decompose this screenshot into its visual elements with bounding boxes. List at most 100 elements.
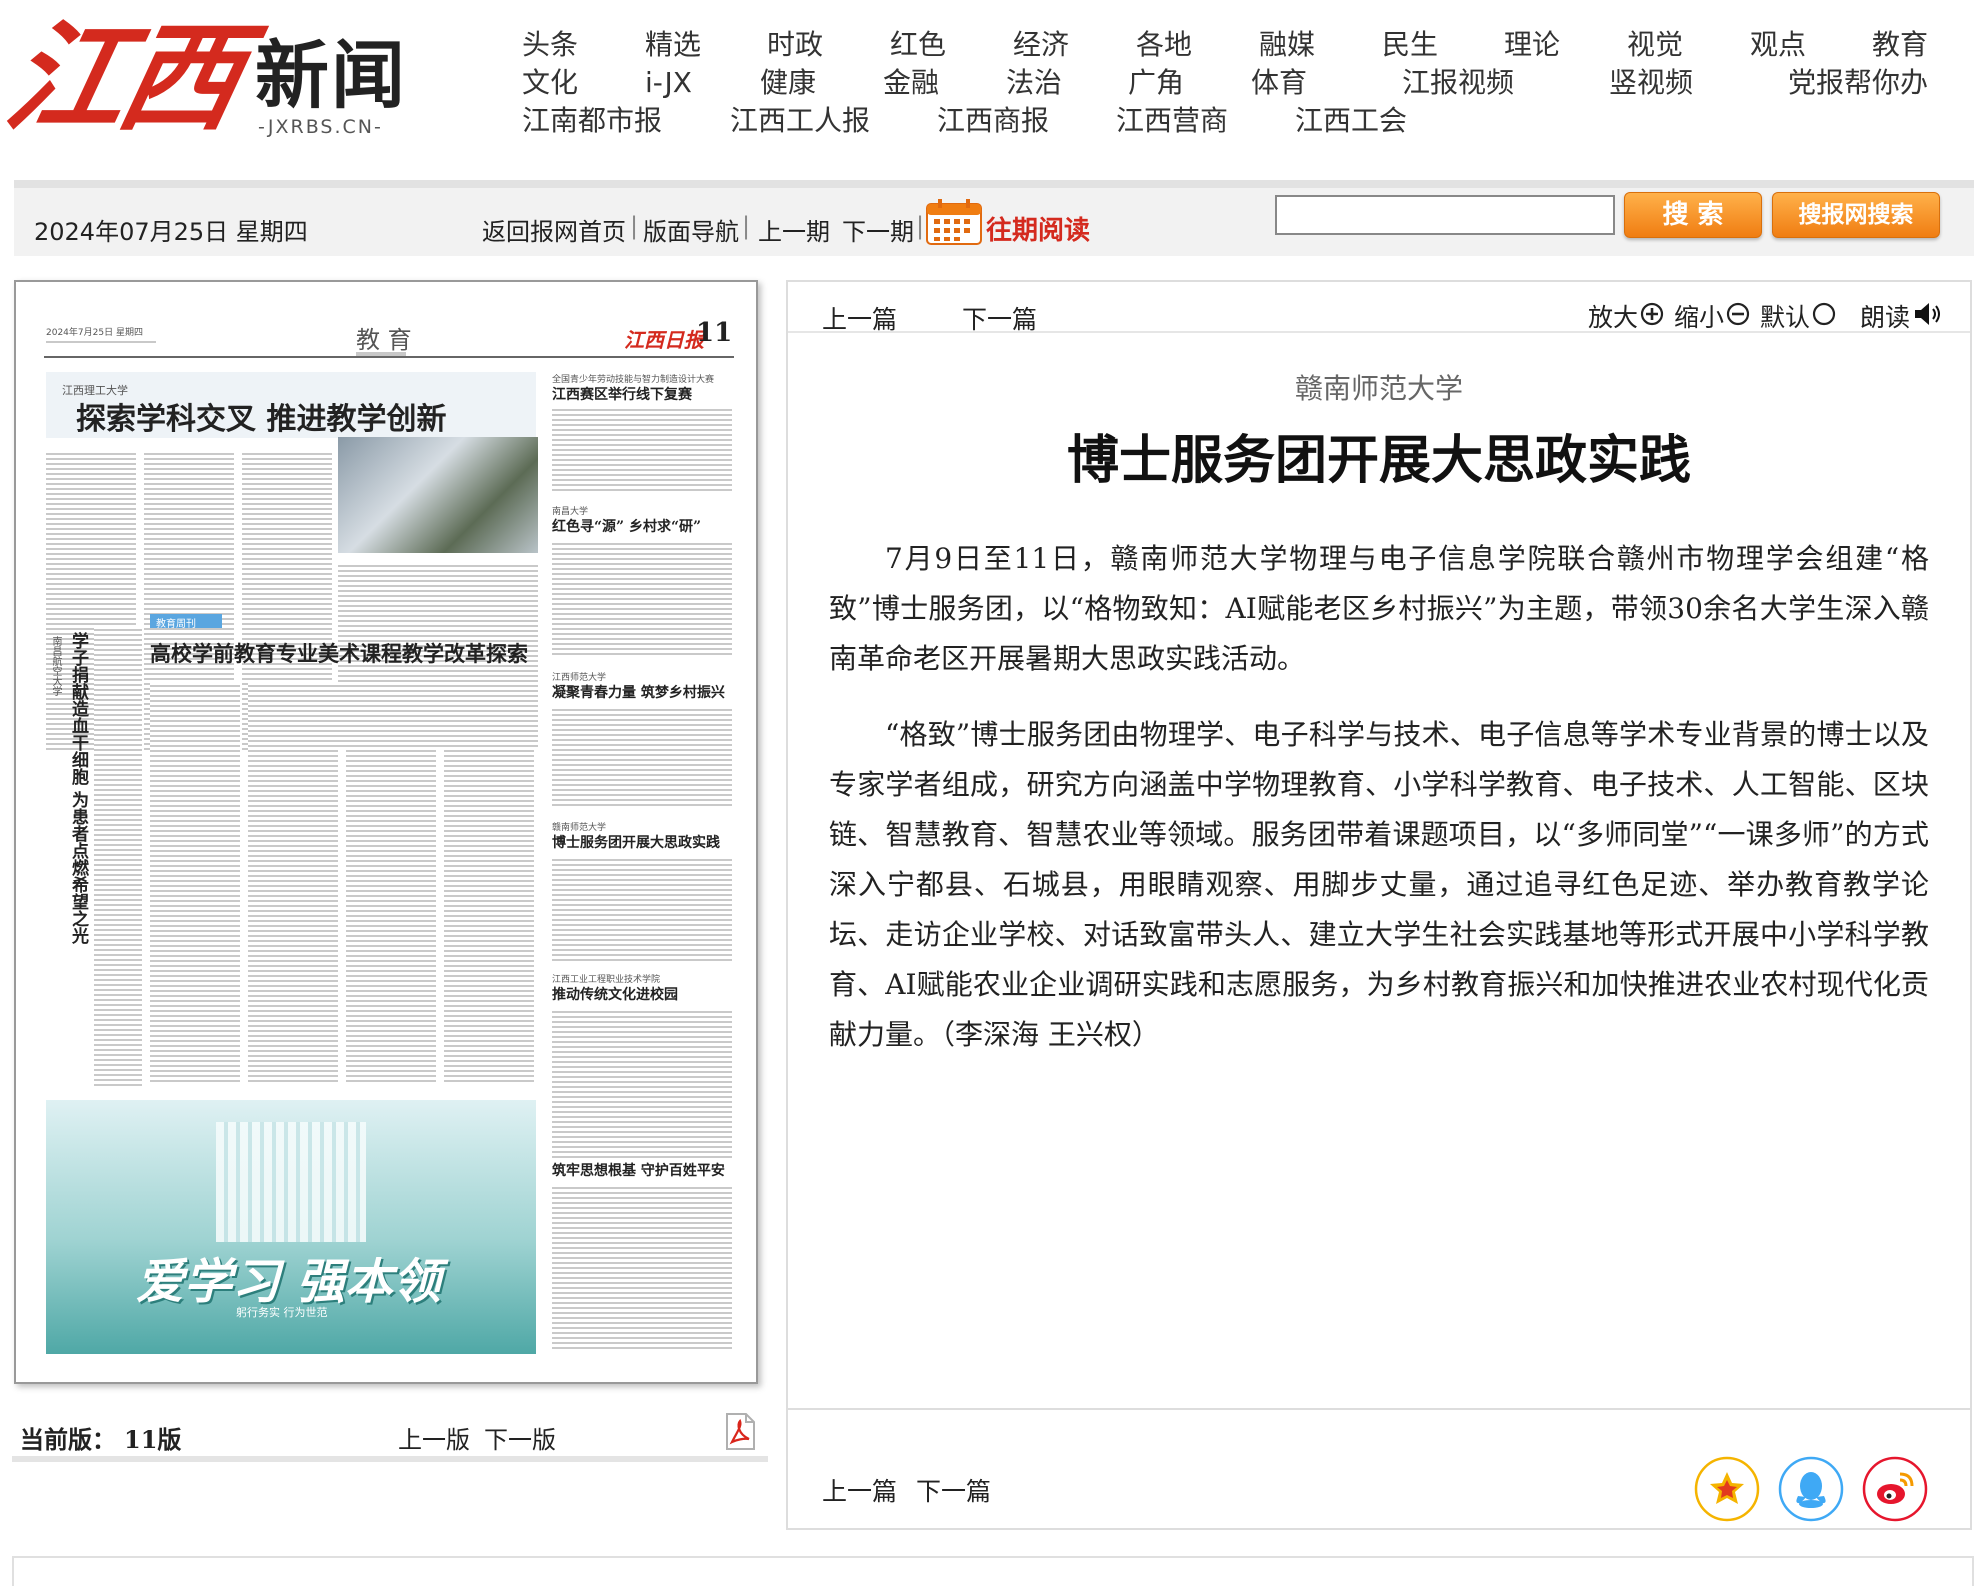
prev-article-link-bottom[interactable]: 上一篇 <box>822 1472 897 1508</box>
zoom-in-button[interactable]: 放大 <box>1588 298 1638 334</box>
nav-item[interactable]: 民生 <box>1382 26 1438 64</box>
nav-item[interactable]: 竖视频 <box>1609 64 1693 102</box>
nav-item[interactable]: 理论 <box>1504 26 1560 64</box>
qq-share-icon[interactable] <box>1778 1456 1844 1522</box>
nav-item[interactable]: i-JX <box>645 64 692 102</box>
nav-item[interactable]: 时政 <box>767 26 823 64</box>
nav-item[interactable]: 江西营商 <box>1116 102 1228 140</box>
np-text-block <box>552 856 732 962</box>
nav-item[interactable]: 健康 <box>760 64 816 102</box>
logo-text: 新闻 <box>255 33 407 119</box>
separator: | <box>742 212 751 240</box>
article-paragraph: 7月9日至11日，赣南师范大学物理与电子信息学院联合赣州市物理学会组建“格致”博… <box>829 542 1929 675</box>
np-banner-book <box>216 1122 366 1242</box>
nav-item[interactable]: 观点 <box>1750 26 1806 64</box>
nav-item[interactable]: 红色 <box>890 26 946 64</box>
search-button[interactable]: 搜 索 <box>1624 192 1762 238</box>
prev-page-link[interactable]: 上一版 <box>398 1420 470 1455</box>
site-search-button[interactable]: 搜报网搜索 <box>1772 192 1940 238</box>
nav-item[interactable]: 江西工人报 <box>730 102 870 140</box>
favorite-star-icon[interactable] <box>1694 1456 1760 1522</box>
nav-item[interactable]: 视觉 <box>1627 26 1683 64</box>
np-text-block <box>444 682 534 1082</box>
np-badge-text: 教育周刊 <box>156 619 196 630</box>
nav-item[interactable]: 党报帮你办 <box>1788 64 1928 102</box>
page-footer-frame <box>12 1556 1974 1586</box>
nav-item[interactable]: 精选 <box>645 26 701 64</box>
read-aloud-button[interactable]: 朗读 <box>1860 298 1910 334</box>
next-article-link-bottom[interactable]: 下一篇 <box>916 1472 991 1508</box>
current-page-label: 当前版： <box>20 1426 116 1454</box>
prev-issue-link[interactable]: 上一期 <box>758 212 830 247</box>
zoom-out-button[interactable]: 缩小 <box>1674 298 1724 334</box>
nav-item[interactable]: 广角 <box>1128 64 1184 102</box>
np-right-title: 推动传统文化进校园 <box>552 987 678 1003</box>
article-bottom-divider <box>788 1408 1970 1410</box>
np-text-block <box>552 540 732 658</box>
issue-date: 2024年07月25日 星期四 <box>34 218 308 246</box>
np-right-title: 红色寻“源” 乡村求“研” <box>552 519 702 535</box>
nav-item[interactable]: 江西商报 <box>937 102 1049 140</box>
np-text-block <box>94 626 142 1086</box>
nav-item[interactable]: 教育 <box>1872 26 1928 64</box>
nav-item[interactable]: 融媒 <box>1259 26 1315 64</box>
nav-item[interactable]: 法治 <box>1006 64 1062 102</box>
separator: | <box>630 212 639 240</box>
np-text-block <box>552 706 732 806</box>
article-subtitle: 赣南师范大学 <box>1294 372 1463 405</box>
logo-script-text: 江西 <box>0 8 249 147</box>
zoom-out-icon[interactable] <box>1726 302 1750 326</box>
default-size-button[interactable]: 默认 <box>1760 298 1810 334</box>
newspaper-page-image[interactable]: 2024年7月25日 星期四 教 育 江西日报 11 江西理工大学 探索学科交叉… <box>14 280 758 1384</box>
np-text-block <box>346 682 436 1082</box>
article-paragraph: “格致”博士服务团由物理学、电子科学与技术、电子信息等学术专业背景的博士以及专家… <box>829 718 1929 1051</box>
archive-link[interactable]: 往期阅读 <box>986 210 1090 247</box>
np-vertical-headline: 学子捐献造血干细胞 为患者点燃希望之光 <box>68 632 88 944</box>
np-banner-sub: 躬行务实 行为世范 <box>236 1306 328 1319</box>
article-title: 博士服务团开展大思政实践 <box>1066 431 1691 491</box>
next-page-link[interactable]: 下一版 <box>484 1420 556 1455</box>
nav-item[interactable]: 体育 <box>1251 64 1307 102</box>
default-size-icon[interactable] <box>1812 302 1836 326</box>
np-headline-2: 高校学前教育专业美术课程教学改革探索 <box>150 641 528 666</box>
logo-domain: -JXRBS.CN- <box>258 116 383 138</box>
zoom-in-icon[interactable] <box>1640 302 1664 326</box>
nav-item[interactable]: 文化 <box>522 64 578 102</box>
np-masthead: 江西日报 <box>624 328 704 352</box>
separator: | <box>916 212 925 240</box>
np-rule <box>44 356 734 358</box>
nav-item[interactable]: 江南都市报 <box>522 102 662 140</box>
np-banner-text: 爱学习 强本领 <box>136 1254 441 1310</box>
np-section-label: 教 育 <box>356 326 412 354</box>
np-text-block <box>150 682 240 1082</box>
calendar-icon[interactable] <box>926 198 982 246</box>
next-issue-link[interactable]: 下一期 <box>842 212 914 247</box>
nav-item[interactable]: 江西工会 <box>1295 102 1407 140</box>
nav-item[interactable]: 江报视频 <box>1402 64 1514 102</box>
speaker-icon[interactable] <box>1912 300 1942 328</box>
nav-item[interactable]: 经济 <box>1013 26 1069 64</box>
np-main-headline: 探索学科交叉 推进教学创新 <box>76 402 447 437</box>
np-vertical-kicker: 南昌航空大学 <box>50 636 61 696</box>
np-right-title: 凝聚青春力量 筑梦乡村振兴 <box>552 685 725 701</box>
np-right-title: 江西赛区举行线下复赛 <box>552 387 692 403</box>
np-text-block <box>552 1008 732 1160</box>
np-text-block <box>552 1184 732 1352</box>
np-right-title: 博士服务团开展大思政实践 <box>552 835 720 851</box>
current-page-value: 11版 <box>124 1425 182 1454</box>
np-text-block <box>248 682 338 1082</box>
home-link[interactable]: 返回报网首页 <box>482 212 626 247</box>
search-input[interactable] <box>1275 195 1615 235</box>
page-nav-link[interactable]: 版面导航 <box>643 212 739 247</box>
np-text-block <box>46 338 156 346</box>
np-right-title: 筑牢思想根基 守护百姓平安 <box>552 1163 725 1179</box>
nav-item[interactable]: 金融 <box>883 64 939 102</box>
nav-item[interactable]: 各地 <box>1136 26 1192 64</box>
np-date-line: 2024年7月25日 星期四 <box>46 328 143 338</box>
np-main-photo <box>338 437 538 553</box>
weibo-share-icon[interactable] <box>1862 1456 1928 1522</box>
np-page-number: 11 <box>696 318 733 348</box>
nav-item[interactable]: 头条 <box>522 26 578 64</box>
pdf-icon[interactable] <box>722 1412 758 1452</box>
np-text-block <box>552 406 732 492</box>
